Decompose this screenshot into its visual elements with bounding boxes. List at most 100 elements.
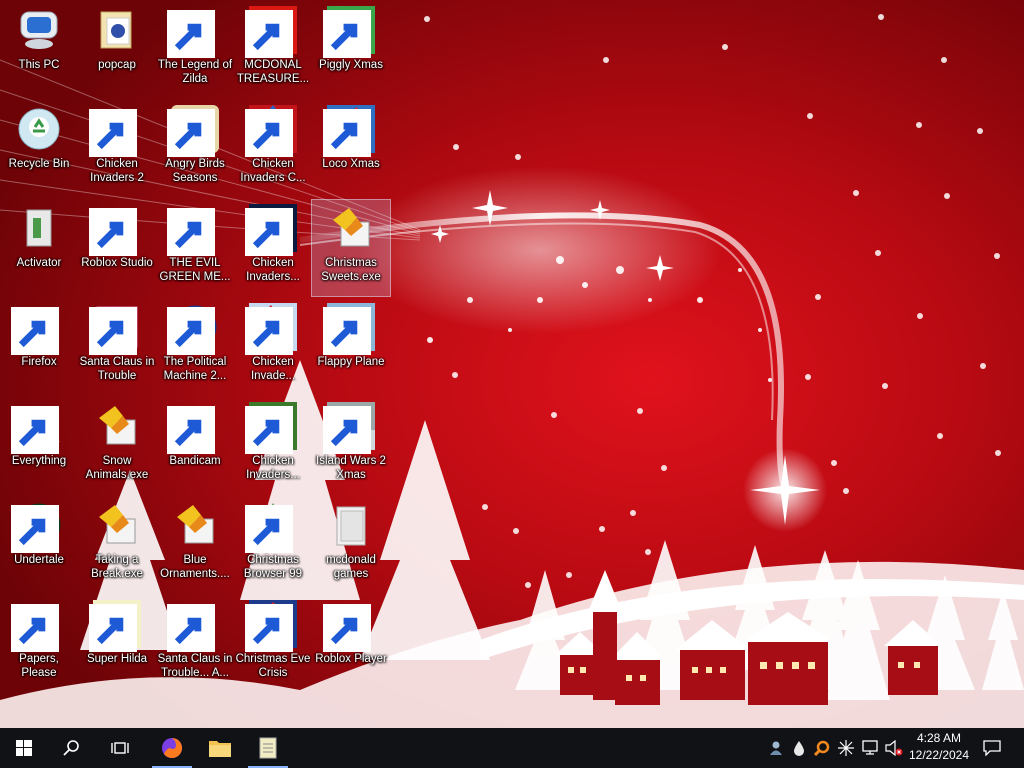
task-view-button[interactable] bbox=[96, 728, 144, 768]
plane-tree-icon bbox=[323, 303, 375, 355]
search-button[interactable] bbox=[48, 728, 96, 768]
network-icon bbox=[862, 740, 878, 755]
shortcut-arrow-icon bbox=[323, 604, 371, 652]
icon-label: The Political Machine 2... bbox=[163, 356, 227, 382]
notification-center-button[interactable] bbox=[978, 728, 1006, 768]
desktop-icon-christmas-sweets[interactable]: Christmas Sweets.exe bbox=[311, 199, 391, 297]
shortcut-arrow-icon bbox=[245, 109, 293, 157]
desktop-icon-activator[interactable]: Activator bbox=[0, 200, 78, 296]
icon-label: Piggly Xmas bbox=[319, 59, 383, 71]
pig-icon bbox=[323, 6, 375, 58]
desktop-icon-blue-ornaments[interactable]: Blue Ornaments.... bbox=[156, 497, 234, 593]
icon-label: Chicken Invaders... bbox=[246, 257, 300, 283]
desktop-icon-christmas-eve-crisis[interactable]: Christmas Eve Crisis bbox=[234, 596, 312, 692]
taskbar-notepad[interactable] bbox=[244, 728, 292, 768]
notepad-icon bbox=[259, 737, 277, 759]
political-machine-icon bbox=[167, 303, 219, 355]
desktop-icon-island-wars-2[interactable]: Island Wars 2 Xmas bbox=[312, 398, 390, 494]
pixel-character-icon bbox=[89, 600, 141, 652]
desktop-icon-the-evil-green-me[interactable]: THE EVIL GREEN ME... bbox=[156, 200, 234, 296]
desktop-icon-chicken-invaders-2[interactable]: 2 Chicken Invaders 2 bbox=[78, 101, 156, 197]
desktop-icon-christmas-browser-99[interactable]: 99 Christmas Browser 99 bbox=[234, 497, 312, 593]
desktop-icon-taking-a-break[interactable]: Taking a Break.exe bbox=[78, 497, 156, 593]
shortcut-arrow-icon bbox=[167, 10, 215, 58]
desktop-icon-mcdonald-treasure[interactable]: MCDONAL TREASURE... bbox=[234, 2, 312, 98]
desktop-icon-chicken-invaders-r4[interactable]: Chicken Invaders... bbox=[234, 398, 312, 494]
icon-label: Super Hilda bbox=[86, 653, 148, 665]
clock[interactable]: 4:28 AM 12/22/2024 bbox=[905, 730, 973, 766]
folder-icon bbox=[327, 501, 375, 549]
tray-avatar[interactable] bbox=[764, 728, 788, 768]
folder-icon bbox=[93, 6, 141, 54]
desktop-icon-santa-claus-trouble[interactable]: Santa Claus in Trouble bbox=[78, 299, 156, 395]
tray-everything[interactable] bbox=[810, 728, 834, 768]
tray-droplet[interactable] bbox=[788, 728, 810, 768]
start-button[interactable] bbox=[0, 728, 48, 768]
desktop-icon-piggly-xmas[interactable]: Piggly Xmas bbox=[312, 2, 390, 98]
taskbar-file-explorer[interactable] bbox=[196, 728, 244, 768]
desktop-icon-super-hilda[interactable]: Super Hilda bbox=[78, 596, 156, 692]
tray-sparkle[interactable] bbox=[834, 728, 858, 768]
icon-label: Snow Animals.exe bbox=[85, 455, 149, 481]
desktop-icon-this-pc[interactable]: This PC bbox=[0, 2, 78, 98]
desktop-icon-roblox-player[interactable]: Roblox Player bbox=[312, 596, 390, 692]
christmas-tree-icon: 99 bbox=[245, 501, 297, 553]
desktop-icon-popcap[interactable]: popcap bbox=[78, 2, 156, 98]
icon-label: Blue Ornaments.... bbox=[160, 554, 230, 580]
exe-package-icon bbox=[93, 402, 141, 450]
icon-label: mcdonald games bbox=[326, 554, 376, 580]
icon-label: Flappy Plane bbox=[317, 356, 385, 368]
desktop-icon-chicken-invaders-r1c3[interactable]: Chicken Invaders... bbox=[234, 200, 312, 296]
desktop-icon-recycle-bin[interactable]: Recycle Bin bbox=[0, 101, 78, 197]
file-explorer-icon bbox=[209, 741, 231, 757]
desktop-icon-chicken-invaders-c[interactable]: Chicken Invaders C... bbox=[234, 101, 312, 197]
desktop[interactable]: This PC popcap The Legend of Zilda MCDON… bbox=[0, 0, 1024, 728]
icon-label: Chicken Invaders... bbox=[246, 455, 300, 481]
shortcut-arrow-icon bbox=[323, 109, 371, 157]
shortcut-arrow-icon bbox=[167, 604, 215, 652]
desktop-icon-papers-please[interactable]: Papers, Please bbox=[0, 596, 78, 692]
desktop-icon-chicken-invade-r3[interactable]: Chicken Invade... bbox=[234, 299, 312, 395]
shortcut-arrow-icon bbox=[89, 307, 137, 355]
record-icon bbox=[167, 402, 219, 454]
desktop-icon-roblox-studio[interactable]: Roblox Studio bbox=[78, 200, 156, 296]
icon-label: Santa Claus in Trouble... A... bbox=[157, 653, 233, 679]
clock-date: 12/22/2024 bbox=[908, 748, 970, 762]
firefox-icon bbox=[11, 303, 63, 355]
taskbar: 4:28 AM 12/22/2024 bbox=[0, 728, 1024, 768]
tray-network[interactable] bbox=[858, 728, 882, 768]
icon-label: Bandicam bbox=[169, 455, 221, 467]
task-view-icon bbox=[111, 742, 129, 754]
icon-label: Christmas Sweets.exe bbox=[321, 257, 381, 283]
desktop-icon-mcdonald-games[interactable]: mcdonald games bbox=[312, 497, 390, 593]
desktop-icon-political-machine[interactable]: The Political Machine 2... bbox=[156, 299, 234, 395]
desktop-icon-flappy-plane[interactable]: Flappy Plane bbox=[312, 299, 390, 395]
sparkle-icon bbox=[838, 740, 854, 756]
desktop-icon-undertale[interactable]: Undertale bbox=[0, 497, 78, 593]
desktop-icon-snow-animals[interactable]: Snow Animals.exe bbox=[78, 398, 156, 494]
taskbar-firefox[interactable] bbox=[148, 728, 196, 768]
icon-label: Firefox bbox=[21, 356, 57, 368]
desktop-icon-angry-birds-seasons[interactable]: Angry Birds Seasons bbox=[156, 101, 234, 197]
desktop-icon-loco-xmas[interactable]: Loco Xmas bbox=[312, 101, 390, 197]
icon-label: Recycle Bin bbox=[8, 158, 70, 170]
desktop-icon-legend-of-zilda[interactable]: The Legend of Zilda bbox=[156, 2, 234, 98]
desktop-icon-santa-claus-trouble-a[interactable]: Santa Claus in Trouble... A... bbox=[156, 596, 234, 692]
desktop-icon-everything[interactable]: Everything bbox=[0, 398, 78, 494]
chicken-icon: 2 bbox=[89, 105, 141, 157]
shortcut-arrow-icon bbox=[89, 604, 137, 652]
icon-label: Papers, Please bbox=[19, 653, 59, 679]
icon-label: This PC bbox=[18, 59, 60, 71]
shortcut-arrow-icon bbox=[11, 505, 59, 553]
chicken-santa-icon bbox=[245, 303, 297, 355]
icon-label: Angry Birds Seasons bbox=[165, 158, 225, 184]
desktop-icon-bandicam[interactable]: Bandicam bbox=[156, 398, 234, 494]
icon-label: MCDONAL TREASURE... bbox=[236, 59, 310, 85]
desktop-icon-firefox[interactable]: Firefox bbox=[0, 299, 78, 395]
chicken-invaders-icon bbox=[245, 204, 297, 256]
clock-time: 4:28 AM bbox=[916, 731, 962, 745]
roblox-studio-icon bbox=[89, 204, 141, 256]
icon-label: popcap bbox=[98, 59, 136, 71]
tray-volume[interactable] bbox=[882, 728, 906, 768]
shortcut-arrow-icon bbox=[323, 406, 371, 454]
